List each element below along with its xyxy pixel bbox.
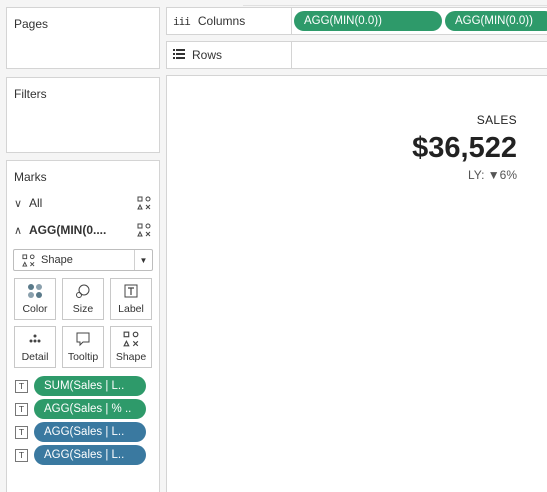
- columns-label: Columns: [197, 14, 246, 28]
- detail-icon: [29, 334, 41, 343]
- rows-icon: [173, 48, 185, 62]
- text-label-icon: T: [15, 379, 28, 393]
- shape-mark-icon: [137, 223, 151, 237]
- label-icon: [124, 284, 138, 298]
- size-card[interactable]: Size: [62, 278, 104, 320]
- mark-type-value: Shape: [41, 254, 73, 266]
- label-card[interactable]: Label: [110, 278, 152, 320]
- color-card-label: Color: [22, 303, 48, 315]
- label-card-label: Label: [118, 303, 144, 315]
- color-card[interactable]: Color: [14, 278, 56, 320]
- chevron-down-icon: ∨: [13, 197, 23, 210]
- shape-icon: [123, 331, 139, 347]
- rows-label: Rows: [192, 48, 223, 62]
- columns-pill-2[interactable]: AGG(MIN(0.0)): [445, 11, 547, 31]
- top-border: [243, 0, 547, 6]
- marks-field-pill[interactable]: AGG(Sales | % ..: [34, 399, 146, 419]
- text-label-icon: T: [15, 402, 28, 416]
- tooltip-card[interactable]: Tooltip: [62, 326, 104, 368]
- marks-field-row[interactable]: T SUM(Sales | L..: [15, 376, 146, 396]
- columns-icon: iii: [173, 14, 191, 28]
- pages-panel[interactable]: Pages: [6, 7, 160, 69]
- filters-panel[interactable]: Filters: [6, 77, 160, 153]
- kpi-value: $36,522: [412, 132, 517, 164]
- marks-field-row[interactable]: T AGG(Sales | L..: [15, 422, 146, 442]
- view-canvas[interactable]: SALES $36,522 LY: ▼6%: [166, 75, 547, 492]
- shape-card[interactable]: Shape: [110, 326, 152, 368]
- marks-layer-label: AGG(MIN(0....: [29, 223, 107, 237]
- marks-all-row[interactable]: ∨ All: [7, 190, 159, 216]
- chevron-up-icon: ∧: [13, 224, 23, 237]
- mark-type-dropdown[interactable]: Shape ▼: [13, 249, 153, 271]
- marks-layer-row[interactable]: ∧ AGG(MIN(0....: [7, 217, 159, 243]
- marks-field-row[interactable]: T AGG(Sales | % ..: [15, 399, 146, 419]
- rows-shelf[interactable]: Rows: [166, 41, 547, 69]
- marks-field-pill[interactable]: AGG(Sales | L..: [34, 422, 146, 442]
- filters-title: Filters: [14, 87, 47, 101]
- size-card-label: Size: [72, 303, 94, 315]
- pages-title: Pages: [14, 17, 49, 31]
- marks-all-label: All: [29, 196, 43, 210]
- text-label-icon: T: [15, 425, 28, 439]
- marks-field-pill[interactable]: SUM(Sales | L..: [34, 376, 146, 396]
- columns-pill-1[interactable]: AGG(MIN(0.0)): [294, 11, 442, 31]
- columns-label-area: iii Columns: [167, 8, 292, 34]
- rows-label-area: Rows: [167, 42, 292, 68]
- tooltip-icon: [76, 332, 90, 347]
- detail-card[interactable]: Detail: [14, 326, 56, 368]
- tooltip-card-label: Tooltip: [67, 351, 99, 363]
- detail-card-label: Detail: [21, 351, 49, 363]
- kpi-title: SALES: [476, 113, 517, 127]
- marks-field-pill[interactable]: AGG(Sales | L..: [34, 445, 146, 465]
- marks-title: Marks: [14, 170, 47, 184]
- color-icon: [28, 284, 42, 298]
- shape-card-label: Shape: [115, 351, 147, 363]
- dropdown-arrow-icon: ▼: [134, 250, 152, 270]
- kpi-comparison: LY: ▼6%: [467, 168, 517, 182]
- marks-panel: Marks ∨ All ∧ AGG(MIN(0.... Shape ▼ Colo…: [6, 160, 160, 492]
- shape-icon: [22, 253, 35, 267]
- shape-mark-icon: [137, 196, 151, 210]
- text-label-icon: T: [15, 448, 28, 462]
- size-icon: [76, 284, 90, 298]
- columns-shelf[interactable]: iii Columns AGG(MIN(0.0)) AGG(MIN(0.0)): [166, 7, 547, 35]
- marks-field-row[interactable]: T AGG(Sales | L..: [15, 445, 146, 465]
